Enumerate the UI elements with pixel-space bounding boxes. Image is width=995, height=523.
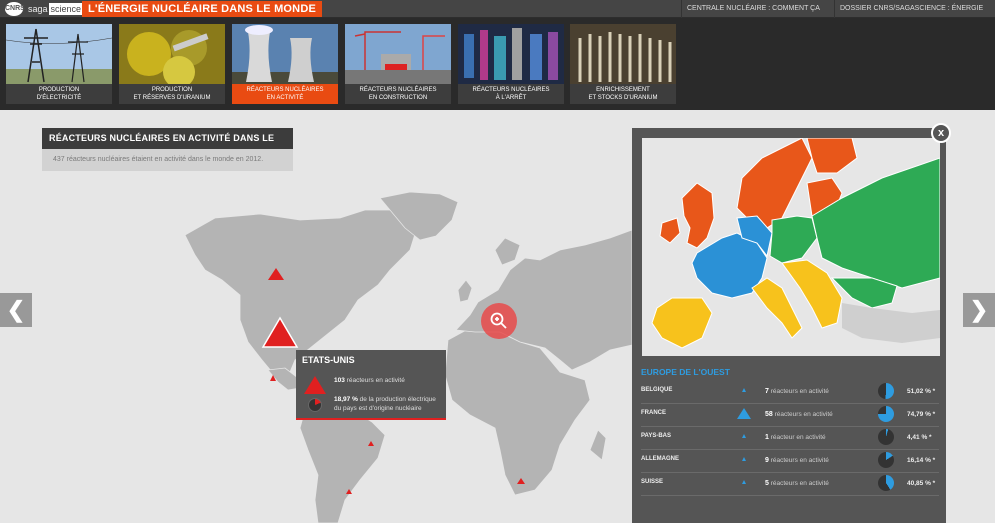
tile-label-2: en construction bbox=[368, 95, 428, 101]
tooltip-share-value: 18,97 % bbox=[334, 396, 358, 403]
reactor-triangle-icon bbox=[304, 376, 326, 394]
cooling-towers-photo bbox=[232, 24, 338, 84]
row-count-label: réacteurs en activité bbox=[770, 388, 829, 395]
top-bar: CNRS saga science L'ÉNERGIE NUCLÉAIRE DAN… bbox=[0, 0, 995, 30]
row-count-value: 9 bbox=[765, 457, 769, 464]
row-count-label: réacteur en activité bbox=[770, 434, 826, 441]
row-count-value: 5 bbox=[765, 480, 769, 487]
logo-saga-text: saga bbox=[28, 4, 48, 14]
row-percentage: 40,85 % * bbox=[907, 480, 936, 487]
reactor-triangle-icon bbox=[737, 408, 751, 419]
region-title: Europe de l'Ouest bbox=[641, 367, 730, 377]
region-row[interactable]: France 58 réacteurs en activité 74,79 % … bbox=[641, 404, 939, 427]
tooltip-reactor-count: 103 réacteurs en activité bbox=[334, 377, 405, 384]
world-map[interactable] bbox=[0, 110, 632, 523]
row-percentage: 51,02 % * bbox=[907, 388, 936, 395]
row-count-label: réacteurs en activité bbox=[770, 480, 829, 487]
tile-label-2: à l'arrêt bbox=[495, 95, 527, 101]
pie-chart-icon bbox=[878, 406, 894, 422]
pie-chart-icon bbox=[878, 475, 894, 491]
row-count-label: réacteurs en activité bbox=[774, 411, 833, 418]
site-title[interactable]: L'ÉNERGIE NUCLÉAIRE DANS LE MONDE bbox=[82, 1, 323, 17]
tile-label-2: en activité bbox=[266, 95, 304, 101]
row-percentage: 4,41 % * bbox=[907, 434, 932, 441]
logo-science-text: science bbox=[48, 3, 84, 15]
cnrs-logo[interactable]: CNRS bbox=[5, 2, 25, 16]
tile-reacteurs-activite[interactable]: Réacteurs nucléaires en activité bbox=[232, 24, 338, 104]
row-count: 5 réacteurs en activité bbox=[765, 480, 829, 487]
europe-map[interactable] bbox=[642, 138, 940, 356]
pylon-photo bbox=[6, 24, 112, 84]
tile-label-2: et réserves d'uranium bbox=[133, 95, 211, 101]
centrifuge-photo bbox=[570, 24, 676, 84]
pie-chart-icon bbox=[308, 398, 322, 412]
sagascience-logo[interactable]: saga science bbox=[28, 3, 84, 15]
reactor-triangle-icon bbox=[742, 434, 746, 438]
tooltip-count-value: 103 bbox=[334, 377, 345, 384]
row-count: 58 réacteurs en activité bbox=[765, 411, 833, 418]
prev-arrow-button[interactable]: ❮ bbox=[0, 293, 32, 327]
row-country: Pays-Bas bbox=[641, 433, 672, 439]
reactor-hall-photo bbox=[458, 24, 564, 84]
pie-chart-icon bbox=[878, 429, 894, 445]
close-button[interactable]: x bbox=[931, 123, 951, 143]
reactor-triangle-icon bbox=[742, 480, 746, 484]
tooltip-country-name: ETATS-UNIS bbox=[302, 355, 355, 365]
uranium-photo bbox=[119, 24, 225, 84]
pie-chart-icon bbox=[878, 383, 894, 399]
region-row[interactable]: Suisse 5 réacteurs en activité 40,85 % * bbox=[641, 473, 939, 496]
row-country: France bbox=[641, 410, 666, 416]
row-percentage: 74,79 % * bbox=[907, 411, 936, 418]
tile-enrichissement[interactable]: Enrichissement et stocks d'uranium bbox=[570, 24, 676, 104]
row-count-label: réacteurs en activité bbox=[770, 457, 829, 464]
row-count: 7 réacteurs en activité bbox=[765, 388, 829, 395]
row-count: 9 réacteurs en activité bbox=[765, 457, 829, 464]
row-count-value: 1 bbox=[765, 434, 769, 441]
tile-reacteurs-arret[interactable]: Réacteurs nucléaires à l'arrêt bbox=[458, 24, 564, 104]
reactor-triangle-icon bbox=[742, 388, 746, 392]
page-title: Réacteurs nucléaires en activité dans le… bbox=[42, 128, 293, 164]
tile-label-1: Enrichissement bbox=[596, 87, 650, 93]
tile-label-1: Production bbox=[151, 87, 193, 93]
next-arrow-button[interactable]: ❯ bbox=[963, 293, 995, 327]
row-count-value: 7 bbox=[765, 388, 769, 395]
link-dossier-cnrs[interactable]: DOSSIER CNRS/SAGASCIENCE : ÉNERGIE NUCLÉ… bbox=[834, 0, 995, 30]
topic-navigation: Production d'électricité Production et rés… bbox=[0, 18, 995, 110]
tile-label-1: Réacteurs nucléaires bbox=[359, 87, 437, 93]
region-row[interactable]: Belgique 7 réacteurs en activité 51,02 %… bbox=[641, 381, 939, 404]
row-percentage: 16,14 % * bbox=[907, 457, 936, 464]
row-country: Suisse bbox=[641, 479, 664, 485]
reactor-triangle-icon bbox=[742, 457, 746, 461]
tile-label-1: Réacteurs nucléaires bbox=[246, 87, 324, 93]
row-count-value: 58 bbox=[765, 411, 773, 418]
tile-reacteurs-construction[interactable]: Réacteurs nucléaires en construction bbox=[345, 24, 451, 104]
construction-photo bbox=[345, 24, 451, 84]
europe-zoom-button bbox=[481, 303, 517, 339]
tile-production-uranium[interactable]: Production et réserves d'uranium bbox=[119, 24, 225, 104]
tile-production-electricite[interactable]: Production d'électricité bbox=[6, 24, 112, 104]
row-country: Allemagne bbox=[641, 456, 679, 462]
tile-label-1: Production bbox=[38, 87, 80, 93]
region-row[interactable]: Pays-Bas 1 réacteur en activité 4,41 % * bbox=[641, 427, 939, 450]
region-row[interactable]: Allemagne 9 réacteurs en activité 16,14 … bbox=[641, 450, 939, 473]
row-count: 1 réacteur en activité bbox=[765, 434, 826, 441]
tooltip-nuclear-share: 18,97 % de la production électrique du p… bbox=[334, 395, 442, 413]
link-centrale-nucleaire[interactable]: CENTRALE NUCLÉAIRE : COMMENT ÇA MARCHE ? bbox=[681, 0, 834, 30]
tile-label-2: et stocks d'uranium bbox=[588, 95, 658, 101]
country-tooltip: ETATS-UNIS 103 réacteurs en activité 18,… bbox=[296, 350, 446, 420]
tooltip-count-label: réacteurs en activité bbox=[346, 377, 405, 384]
page-subtitle: 437 réacteurs nucléaires étaient en acti… bbox=[42, 149, 293, 171]
tile-label-1: Réacteurs nucléaires bbox=[472, 87, 550, 93]
row-country: Belgique bbox=[641, 387, 673, 393]
pie-chart-icon bbox=[878, 452, 894, 468]
tile-label-2: d'électricité bbox=[36, 95, 82, 101]
